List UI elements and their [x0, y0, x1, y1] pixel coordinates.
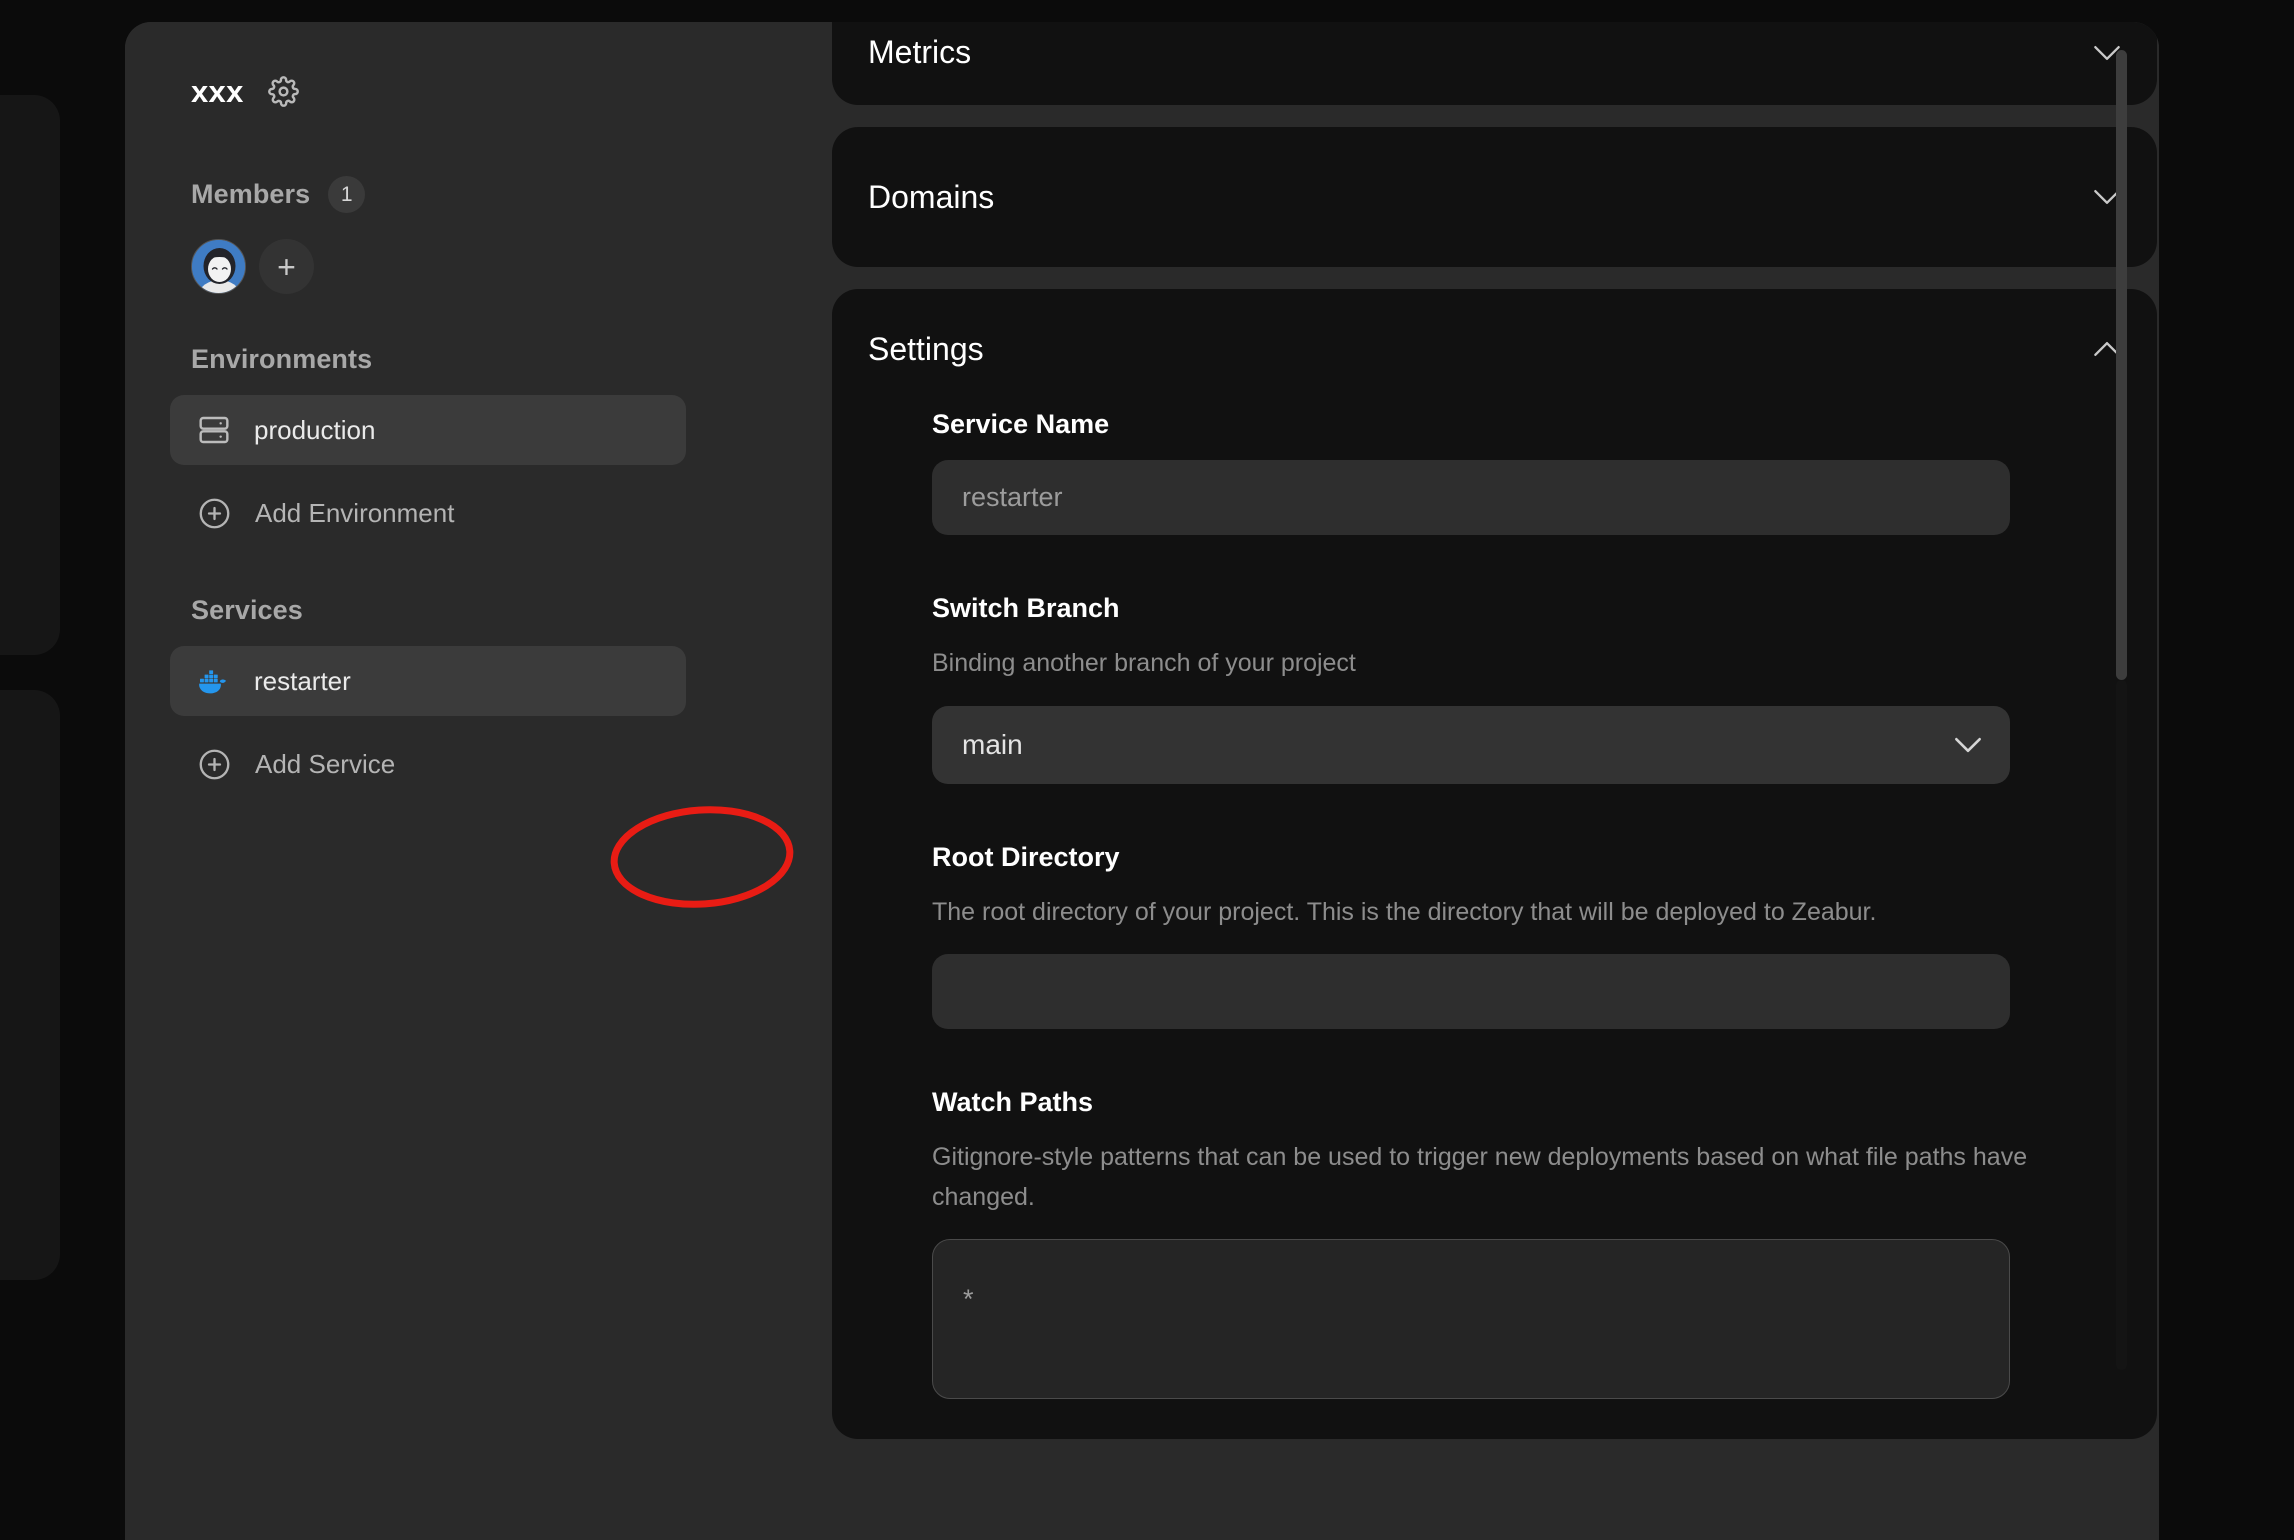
root-directory-input[interactable]	[932, 954, 2010, 1029]
avatar[interactable]	[191, 239, 246, 294]
metrics-title: Metrics	[868, 34, 972, 70]
members-count-badge: 1	[328, 176, 366, 213]
members-label: Members	[191, 179, 311, 209]
service-name-input[interactable]: restarter	[932, 460, 2010, 535]
plus-circle-icon	[198, 497, 231, 530]
domains-card[interactable]: Domains	[832, 127, 2157, 267]
add-member-button[interactable]: +	[259, 239, 314, 294]
switch-branch-select[interactable]: main	[932, 705, 2010, 784]
sidebar: xxx Members 1 + Environments production …	[125, 22, 832, 1540]
domains-title: Domains	[868, 178, 995, 215]
page-title: xxx	[191, 73, 244, 109]
add-environment-label: Add Environment	[255, 497, 455, 528]
settings-title: Settings	[868, 330, 984, 367]
background-panel	[0, 95, 60, 655]
switch-branch-label: Switch Branch	[932, 593, 1120, 623]
sidebar-item-production[interactable]: production	[170, 395, 686, 465]
settings-scroll-area: Metrics Domains Settings Service Name re…	[832, 22, 2159, 1540]
screen: xxx Members 1 + Environments production …	[0, 0, 2294, 1540]
services-label: Services	[191, 595, 303, 625]
services-section-header: Services	[125, 595, 832, 626]
add-service-button[interactable]: Add Service	[198, 734, 832, 794]
settings-card: Settings Service Name restarter Switch B…	[832, 289, 2157, 1439]
watch-paths-textarea[interactable]: *	[932, 1239, 2010, 1399]
background-panel	[0, 690, 60, 1280]
metrics-card-header[interactable]: Metrics	[832, 22, 2157, 105]
settings-card-header[interactable]: Settings	[832, 289, 2157, 409]
domains-card-header[interactable]: Domains	[832, 127, 2157, 267]
plus-circle-icon	[198, 748, 231, 781]
sidebar-item-restarter[interactable]: restarter	[170, 646, 686, 716]
server-icon	[198, 414, 230, 446]
service-name-label: Service Name	[932, 409, 1110, 439]
add-environment-button[interactable]: Add Environment	[198, 483, 832, 543]
root-directory-description: The root directory of your project. This…	[932, 897, 1877, 926]
add-service-label: Add Service	[255, 748, 396, 779]
root-directory-label: Root Directory	[932, 841, 1120, 872]
metrics-card[interactable]: Metrics	[832, 22, 2157, 105]
docker-icon	[198, 665, 230, 697]
members-header: Members 1	[191, 176, 792, 213]
chevron-down-icon	[1954, 736, 1982, 754]
field-watch-paths: Watch Paths Gitignore-style patterns tha…	[832, 1087, 2157, 1399]
watch-paths-label: Watch Paths	[932, 1087, 1094, 1117]
sidebar-item-label: production	[254, 414, 376, 445]
switch-branch-value: main	[962, 728, 1023, 760]
field-switch-branch: Switch Branch Binding another branch of …	[832, 593, 2157, 784]
app-window: xxx Members 1 + Environments production …	[125, 22, 2159, 1540]
switch-branch-description: Binding another branch of your project	[932, 649, 1356, 677]
field-service-name: Service Name restarter	[832, 409, 2157, 535]
environments-label: Environments	[191, 344, 373, 374]
gear-icon[interactable]	[267, 75, 299, 107]
sidebar-item-label: restarter	[254, 665, 351, 696]
main-content: Metrics Domains Settings Service Name re…	[832, 22, 2159, 1540]
members-avatars: +	[191, 239, 792, 294]
watch-paths-description: Gitignore-style patterns that can be use…	[932, 1143, 2028, 1211]
environments-section-header: Environments	[191, 344, 792, 375]
scrollbar-thumb-lower[interactable]	[2116, 680, 2127, 1370]
field-root-directory: Root Directory The root directory of you…	[832, 841, 2157, 1029]
scrollbar-thumb[interactable]	[2116, 50, 2127, 680]
project-header: xxx	[191, 68, 792, 114]
